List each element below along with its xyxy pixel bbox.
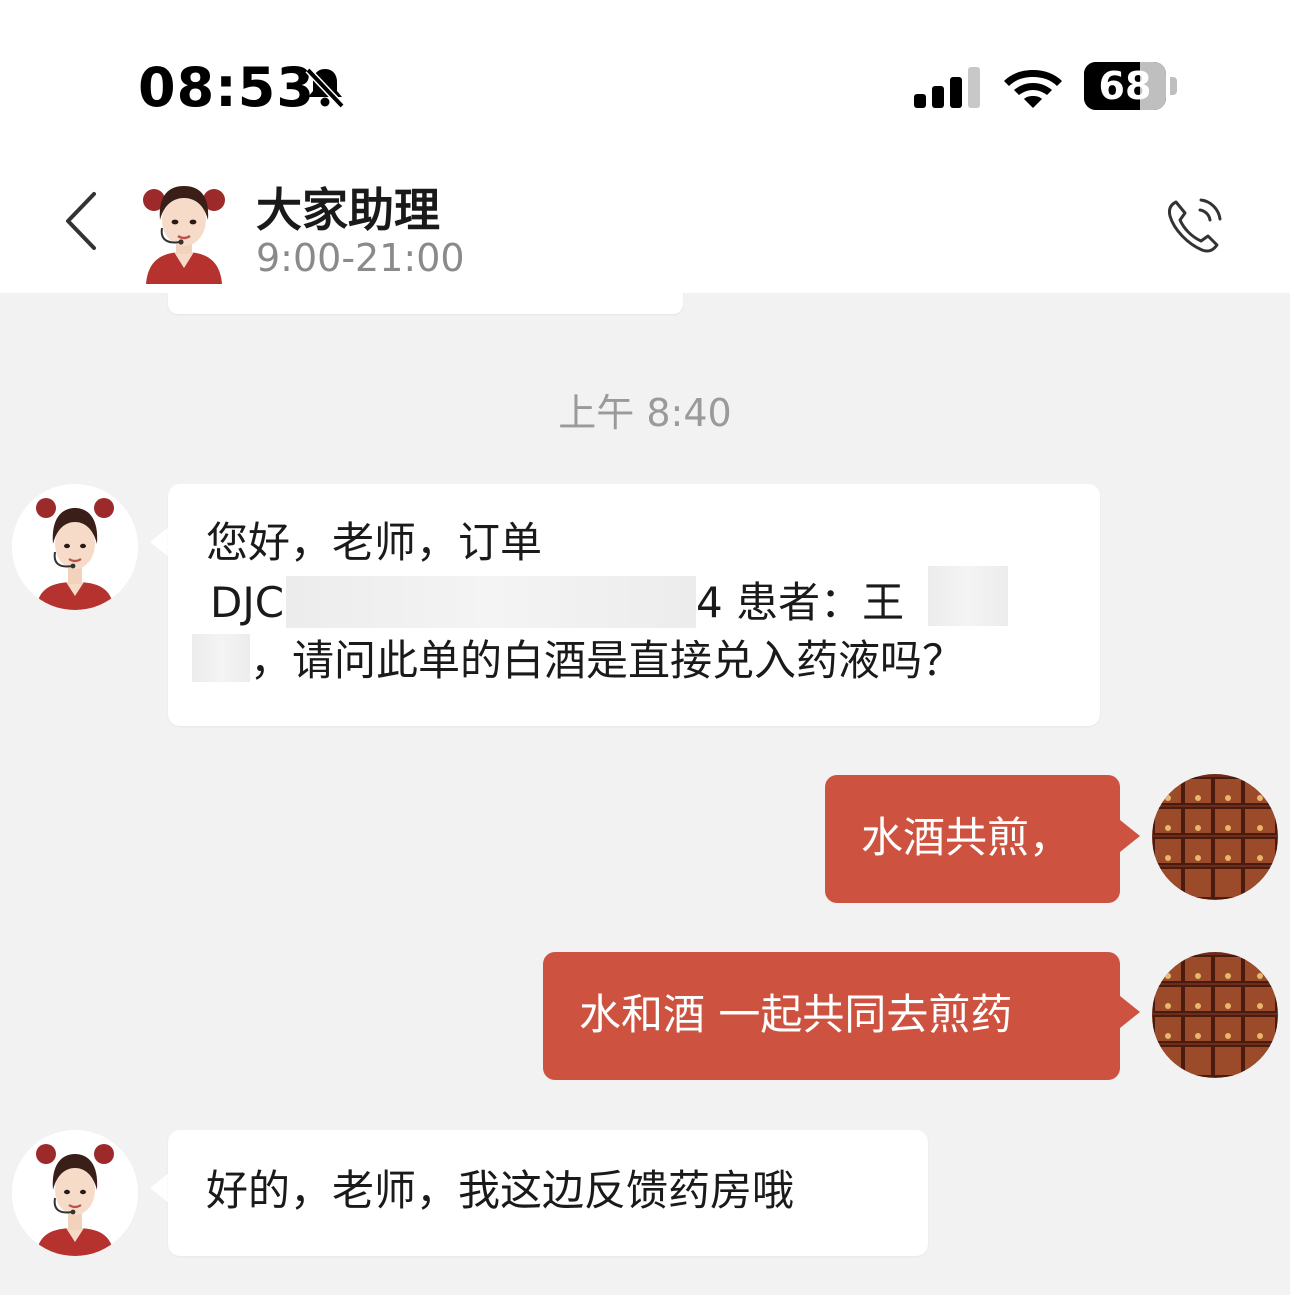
battery-percent: 68 [1098, 64, 1152, 108]
user-avatar[interactable] [1152, 774, 1278, 900]
agent-avatar[interactable] [12, 484, 138, 610]
redacted-patient-name [192, 634, 250, 682]
user-avatar[interactable] [1152, 952, 1278, 1078]
top-bar: 08:53 68 大家助理 9:00-21:00 [0, 0, 1290, 293]
battery-cap [1170, 77, 1177, 95]
incoming-message-bubble[interactable]: 您好，老师，订单 DJC 4 患者：王 ，请问此单的白酒是直接兑入药液吗？ [168, 484, 1100, 726]
redacted-patient-name [928, 566, 1008, 626]
cellular-signal-icon [914, 67, 980, 108]
bubble-tail [150, 526, 170, 558]
agent-avatar[interactable] [12, 1130, 138, 1256]
service-hours: 9:00-21:00 [256, 236, 465, 280]
bubble-tail [1120, 820, 1140, 852]
message-timestamp: 上午 8:40 [558, 391, 732, 435]
bubble-tail [1120, 996, 1140, 1028]
bell-muted-icon [305, 67, 345, 109]
message-text-line: 4 患者：王 [696, 578, 905, 627]
back-chevron-icon[interactable] [56, 190, 106, 252]
message-text-line: 您好，老师，订单 [206, 518, 543, 567]
chat-title: 大家助理 [256, 183, 440, 237]
phone-call-icon[interactable] [1162, 192, 1228, 258]
bubble-tail [150, 1172, 170, 1204]
status-time: 08:53 [138, 56, 315, 119]
wifi-icon [1004, 70, 1062, 108]
outgoing-message-bubble[interactable]: 水和酒 一起共同去煎药 [543, 952, 1120, 1080]
redacted-order-number [286, 576, 696, 628]
message-text: 水和酒 一起共同去煎药 [579, 990, 1013, 1039]
message-text: 好的，老师，我这边反馈药房哦 [206, 1166, 795, 1215]
message-text: 水酒共煎， [861, 813, 1072, 862]
outgoing-message-bubble[interactable]: 水酒共煎， [825, 775, 1120, 903]
battery-icon: 68 [1084, 62, 1166, 110]
agent-avatar[interactable] [140, 176, 228, 284]
incoming-message-bubble[interactable]: 好的，老师，我这边反馈药房哦 [168, 1130, 928, 1256]
message-text-line: DJC [210, 578, 285, 627]
message-text-line: ，请问此单的白酒是直接兑入药液吗？ [250, 636, 965, 685]
